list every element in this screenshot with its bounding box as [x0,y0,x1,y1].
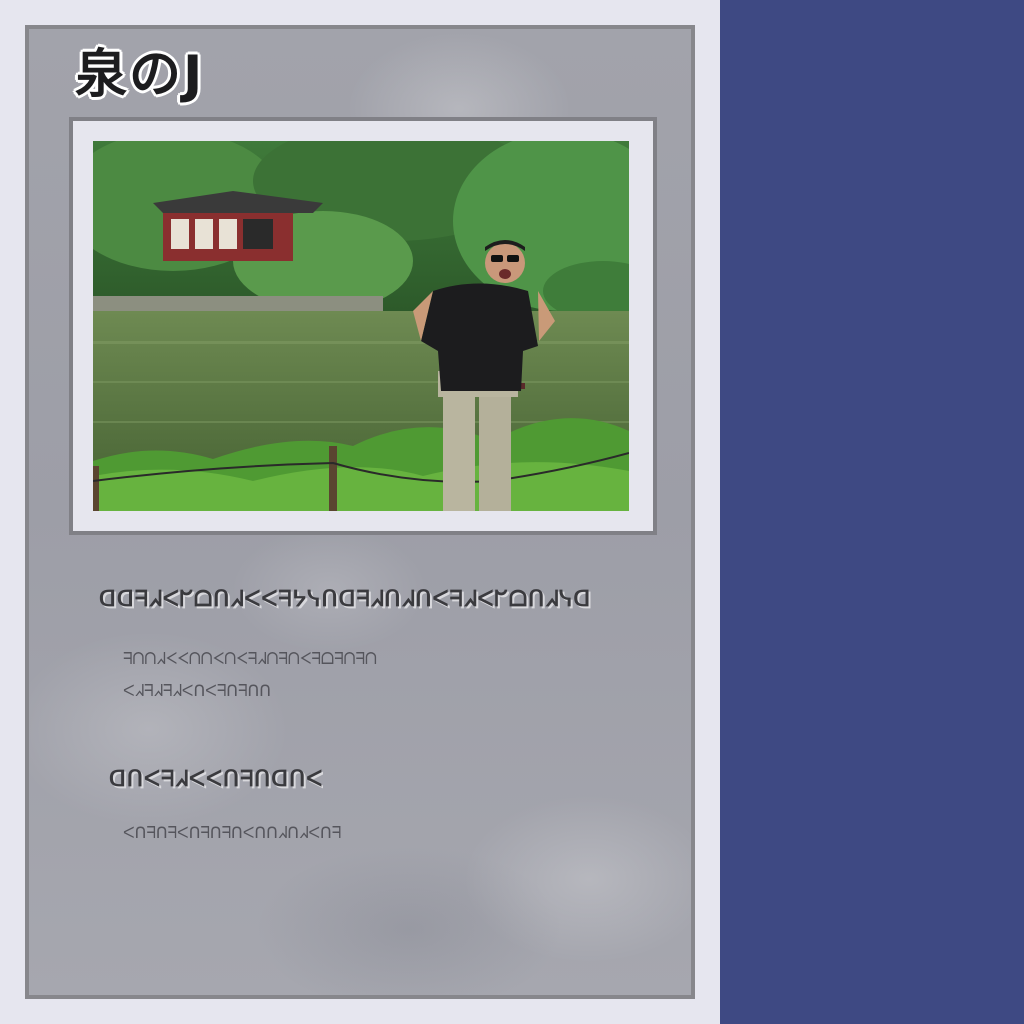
side-panel [720,0,1024,1024]
card-heading-2: ᗡᑎᐸᖷᖽᐸᐸᑎᖷᑎᗡᑎᐸ [109,767,324,792]
card-photo [93,141,629,511]
card-text-line-1: ᖷᑎᑎᖽᐸᐸᑎᑎᐸᑎᐸᖷᖽᑎᖷᑎᐸᖷᗝᖷᑎᖷᑎ [123,649,377,668]
card-title: 泉のJ [75,45,205,105]
photo-illustration [93,141,629,511]
photo-frame [69,117,657,535]
card-text-line-3: ᐸᑎᖷᑎᖷᐸᑎᖷᑎᖷᑎᐸᑎᑎᖽᑎᖽᐸᑎᖷ [123,823,342,842]
card-heading-1: ᗡᗡᖷᖽᐸᖸᗝᑎᖽᐸᐸᖷᔭᓭᑎᗡᖷᖽᑎᖽᑎᐸᖷᖽᐸᖸᗝᑎᖽᓭᗡ [99,587,592,612]
game-screen: 泉のJ ᗡᗡᖷᖽᐸᖸᗝᑎᖽᐸᐸᖷᔭᓭᑎᗡᖷᖽᑎᖽᑎᐸᖷᖽᐸᖸᗝᑎᖽᓭᗡ ᖷᑎᑎᖽ… [0,0,1024,1024]
item-card: 泉のJ ᗡᗡᖷᖽᐸᖸᗝᑎᖽᐸᐸᖷᔭᓭᑎᗡᖷᖽᑎᖽᑎᐸᖷᖽᐸᖸᗝᑎᖽᓭᗡ ᖷᑎᑎᖽ… [25,25,695,999]
card-text-line-2: ᐸᖽᖷᖽᖷᖽᐸᑎᐸᖷᑎᖷᑎᑎ [123,681,271,700]
